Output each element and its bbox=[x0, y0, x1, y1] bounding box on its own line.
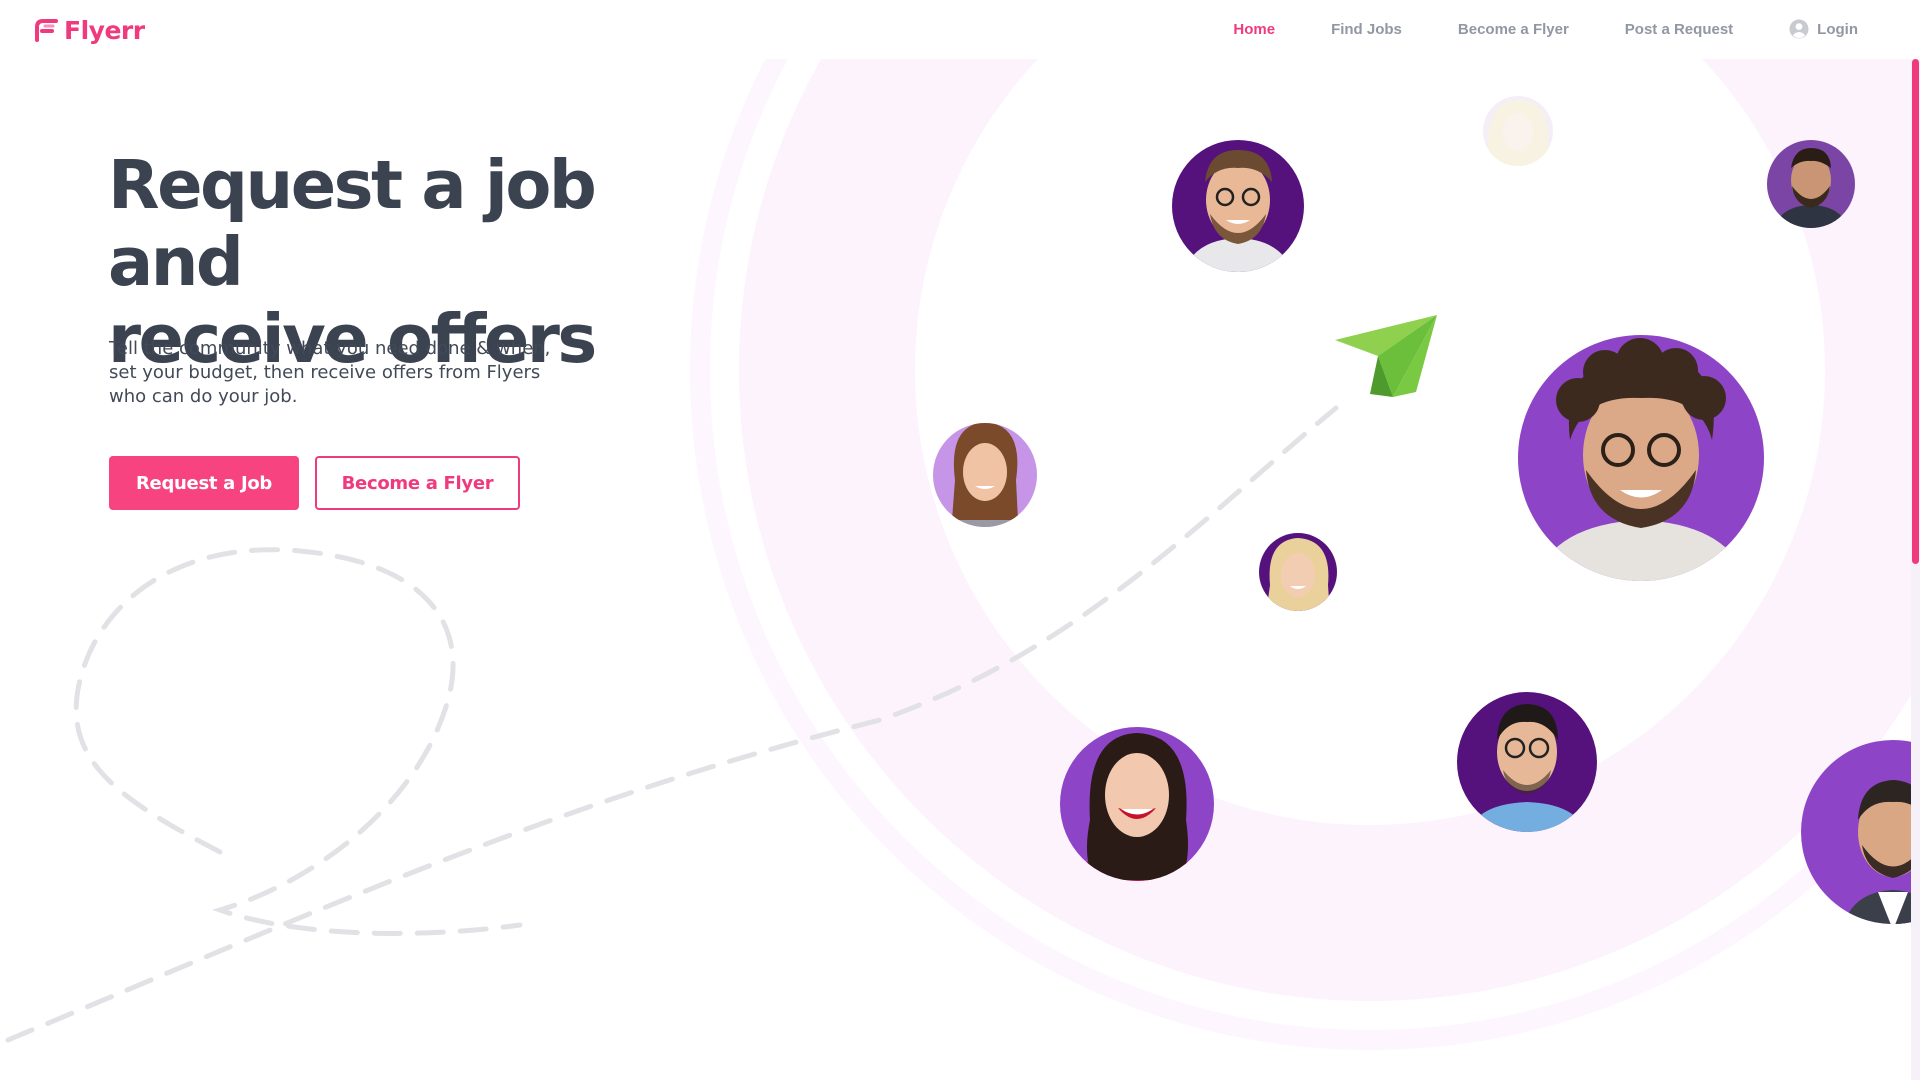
user-circle-icon bbox=[1789, 19, 1809, 39]
paper-plane-icon bbox=[1335, 315, 1437, 397]
top-navbar: Flyerr Home Find Jobs Become a Flyer Pos… bbox=[0, 0, 1920, 59]
login-label: Login bbox=[1817, 20, 1858, 38]
main-nav: Home Find Jobs Become a Flyer Post a Req… bbox=[1233, 0, 1858, 58]
avatar-faded-woman bbox=[1483, 96, 1553, 166]
avatar-woman-brown-hair bbox=[933, 423, 1037, 527]
become-a-flyer-button[interactable]: Become a Flyer bbox=[315, 456, 520, 510]
brand-name: Flyerr bbox=[64, 15, 145, 45]
page-scrollbar[interactable] bbox=[1911, 59, 1920, 1080]
brand-logo[interactable]: Flyerr bbox=[34, 14, 145, 46]
scrollbar-thumb[interactable] bbox=[1912, 59, 1919, 564]
nav-login[interactable]: Login bbox=[1789, 19, 1858, 39]
avatar-man-glasses-hoodie bbox=[1172, 140, 1304, 272]
avatar-woman-blonde bbox=[1259, 533, 1337, 611]
request-a-job-button[interactable]: Request a Job bbox=[109, 456, 299, 510]
avatar-man-curly-hair bbox=[1518, 335, 1764, 581]
nav-find-jobs[interactable]: Find Jobs bbox=[1331, 21, 1402, 38]
nav-become-a-flyer[interactable]: Become a Flyer bbox=[1458, 21, 1569, 38]
flyerr-logo-icon bbox=[35, 19, 58, 42]
hero-description: Tell the community what you need done & … bbox=[109, 338, 551, 407]
hero-title-line-1: Request a job and bbox=[108, 146, 597, 301]
nav-home[interactable]: Home bbox=[1233, 21, 1275, 38]
nav-post-a-request[interactable]: Post a Request bbox=[1625, 21, 1733, 38]
hero-section: Request a job and receive offers Tell th… bbox=[0, 59, 1920, 1080]
